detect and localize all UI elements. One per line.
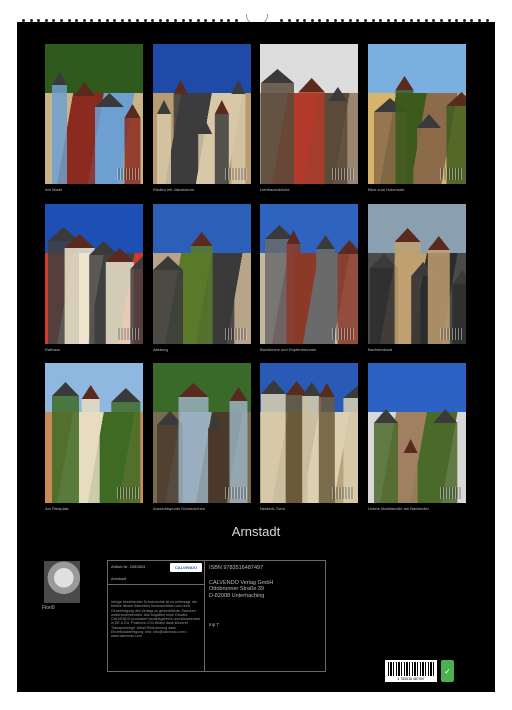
photo-card: Aussichtspunkt Schneckchen [153, 363, 251, 511]
photo-caption: Am Markt [45, 187, 63, 192]
photo-caption: Riedtor mit Jakobsturm [153, 187, 195, 192]
photo-fountain [260, 204, 358, 344]
photo-market-view [368, 44, 466, 184]
mini-calendar [117, 487, 139, 499]
mini-calendar [332, 168, 354, 180]
photo-sculpture [368, 363, 466, 503]
photo-caption: Am Riedplatz [45, 506, 69, 511]
photo-card: Untere Marktstraße am Bachkeller [368, 363, 466, 511]
photo-caption: Liebfrauenkirche [260, 187, 290, 192]
barcode: 4 783516 487497 [385, 660, 437, 682]
isbn: ISBN 9783516487497 [209, 565, 264, 571]
photo-card: Alteburg [153, 204, 251, 352]
photo-tower-gate [153, 44, 251, 184]
photo-caption: Untere Marktstraße am Bachkeller [368, 506, 429, 511]
info-column-left: Artikel-Nr. 2083804 CALVENDO Arnstadt In… [108, 561, 205, 671]
mini-calendar [332, 328, 354, 340]
calendar-sheet: Am Markt Riedtor mit Jakobsturm Liebfrauen… [17, 22, 495, 692]
mini-calendar [440, 328, 462, 340]
calvendo-logo: CALVENDO [170, 563, 202, 572]
photo-caption: Aussichtspunkt Schneckchen [153, 506, 206, 511]
divider [108, 584, 204, 585]
photo-town-hall [45, 204, 143, 344]
photo-card: Am Riedplatz [45, 363, 143, 511]
mini-calendar [225, 328, 247, 340]
photo-round-tower [260, 363, 358, 503]
legal-text: Infolge bestehender Schutzrechte ist es … [111, 600, 200, 639]
photo-town-square [45, 44, 143, 184]
photo-card: Riedtor mit Jakobsturm [153, 44, 251, 192]
mini-calendar [225, 168, 247, 180]
mini-calendar [117, 328, 139, 340]
footer: Flori0 Artikel-Nr. 2083804 CALVENDO Arns… [17, 557, 495, 682]
mini-calendar [225, 487, 247, 499]
edition-note: Inp T. [209, 622, 220, 627]
calendar-title: Arnstadt [231, 524, 281, 539]
publisher-line: Ottobrunner Straße 39 [209, 586, 265, 593]
photo-church [260, 44, 358, 184]
mini-calendar [440, 487, 462, 499]
mini-calendar [440, 168, 462, 180]
photo-statue [368, 204, 466, 344]
author-name: Flori0 [42, 605, 55, 611]
article-number: Artikel-Nr. 2083804 [111, 564, 146, 569]
photo-card: Neideck-Turm [260, 363, 358, 511]
barcode-bars [388, 662, 434, 676]
photo-caption: Bachdenkmal [368, 347, 393, 352]
photo-card: Bachkirche und Hopfenbrunnen [260, 204, 358, 352]
photo-caption: Blick zum Holzmarkt [368, 187, 405, 192]
photo-card: Blick zum Holzmarkt [368, 44, 466, 192]
publisher-address: CALVENDO Verlag GmbH Ottobrunner Straße … [209, 580, 273, 599]
photo-half-timbered-house [45, 363, 143, 503]
mini-calendar [117, 168, 139, 180]
photo-stone-tower [153, 204, 251, 344]
publisher-line: D-82008 Unterhaching [209, 592, 265, 599]
barcode-number: 4 783516 487497 [397, 677, 425, 681]
info-column-right: ISBN 9783516487497 CALVENDO Verlag GmbH … [205, 561, 325, 671]
photo-card: Liebfrauenkirche [260, 44, 358, 192]
photo-card: Bachdenkmal [368, 204, 466, 352]
photo-caption: Alteburg [153, 347, 168, 352]
photo-card: Rathaus [45, 204, 143, 352]
photo-caption: Rathaus [45, 347, 60, 352]
place-name: Arnstadt [111, 576, 126, 581]
photo-stone-steps [153, 363, 251, 503]
photo-card: Am Markt [45, 44, 143, 192]
info-box: Artikel-Nr. 2083804 CALVENDO Arnstadt In… [107, 560, 326, 672]
mini-calendar [332, 487, 354, 499]
author-avatar [44, 561, 80, 603]
photo-caption: Neideck-Turm [260, 506, 285, 511]
eco-badge-icon: ✓ [441, 660, 454, 682]
photo-caption: Bachkirche und Hopfenbrunnen [260, 347, 317, 352]
logo-text: CALVENDO [174, 565, 198, 570]
